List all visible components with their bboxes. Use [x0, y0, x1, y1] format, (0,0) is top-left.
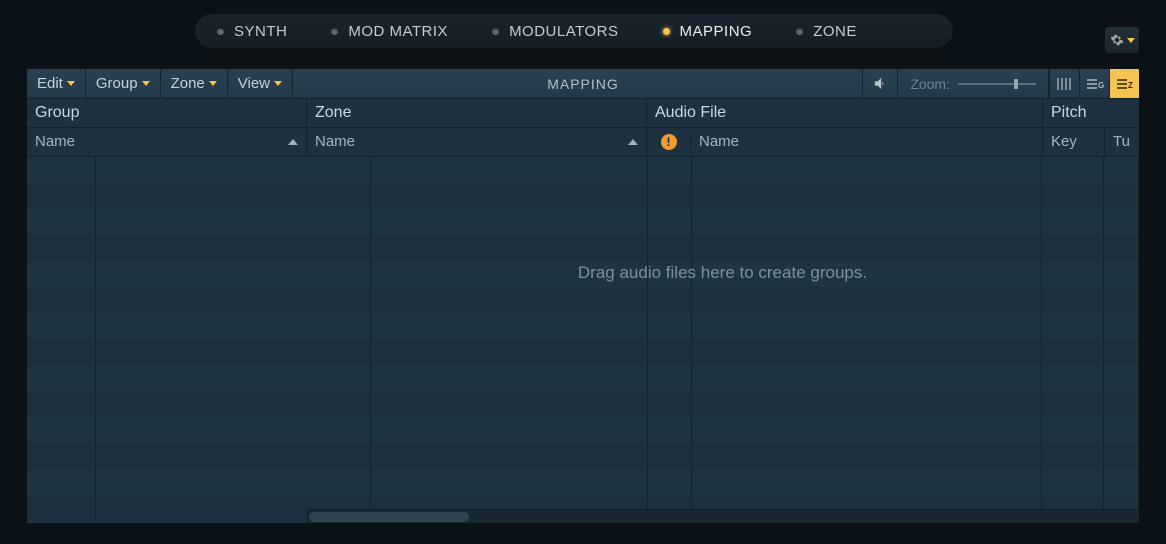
nav-tab-label: MODULATORS	[509, 23, 618, 40]
nav-tab-zone[interactable]: ZONE	[774, 14, 879, 48]
zoom-label: Zoom:	[910, 76, 950, 92]
main-nav: SYNTH MOD MATRIX MODULATORS MAPPING ZONE	[194, 13, 954, 49]
header-title: Audio File	[647, 99, 1042, 128]
nav-tab-label: SYNTH	[234, 23, 287, 40]
audition-button[interactable]	[862, 69, 898, 98]
column-headers: Group Name Zone Name Audio File !	[27, 99, 1139, 157]
chevron-down-icon	[274, 81, 282, 86]
zoom-control[interactable]: Zoom:	[898, 69, 1049, 98]
view-menu[interactable]: View	[228, 69, 293, 98]
body-group-column	[27, 157, 307, 523]
keyboard-view-icon	[1056, 77, 1074, 91]
speaker-icon	[872, 75, 889, 92]
header-audio-file: Audio File ! Name	[647, 99, 1043, 156]
nav-tab-synth[interactable]: SYNTH	[195, 14, 309, 48]
zoom-slider-track[interactable]	[958, 83, 1036, 85]
chevron-down-icon	[142, 81, 150, 86]
zone-menu[interactable]: Zone	[161, 69, 228, 98]
sort-ascending-icon	[628, 139, 638, 145]
header-group: Group Name	[27, 99, 307, 156]
header-label: Name	[699, 133, 739, 150]
chevron-down-icon	[209, 81, 217, 86]
chevron-down-icon	[67, 81, 75, 86]
settings-button[interactable]	[1104, 26, 1140, 54]
edit-menu[interactable]: Edit	[27, 69, 86, 98]
header-title: Zone	[307, 99, 646, 128]
nav-tab-mapping[interactable]: MAPPING	[641, 14, 775, 48]
svg-text:Z: Z	[1128, 81, 1133, 90]
header-label: Tu	[1113, 133, 1130, 150]
header-zone: Zone Name	[307, 99, 647, 156]
view-zone-button[interactable]: Z	[1109, 69, 1139, 98]
group-view-icon: G	[1086, 77, 1104, 91]
header-title: Group	[27, 99, 306, 128]
nav-dot-icon	[663, 28, 670, 35]
nav-dot-icon	[331, 28, 338, 35]
header-title: Pitch	[1043, 99, 1139, 128]
chevron-down-icon	[1127, 38, 1135, 43]
header-group-name[interactable]: Name	[27, 128, 306, 156]
nav-tab-modulators[interactable]: MODULATORS	[470, 14, 640, 48]
nav-tab-label: ZONE	[813, 23, 857, 40]
nav-tab-label: MAPPING	[680, 23, 753, 40]
warning-icon: !	[661, 134, 677, 150]
zoom-slider-thumb[interactable]	[1014, 79, 1018, 89]
header-pitch-tune[interactable]: Tu	[1105, 128, 1139, 156]
header-audio-name[interactable]: Name	[691, 128, 1042, 156]
view-group-button[interactable]: G	[1079, 69, 1109, 98]
menu-label: Zone	[171, 75, 205, 92]
menu-label: View	[238, 75, 270, 92]
header-label: Key	[1051, 133, 1077, 150]
gear-icon	[1110, 33, 1124, 47]
nav-dot-icon	[796, 28, 803, 35]
view-keyboard-button[interactable]	[1049, 69, 1079, 98]
mapping-body[interactable]: Drag audio files here to create groups.	[27, 157, 1139, 523]
menu-label: Edit	[37, 75, 63, 92]
header-pitch-key[interactable]: Key	[1043, 128, 1105, 156]
svg-text:G: G	[1098, 81, 1104, 90]
mapping-panel: Edit Group Zone View MAPPING Zoom:	[26, 68, 1140, 524]
header-zone-name[interactable]: Name	[307, 128, 646, 156]
group-menu[interactable]: Group	[86, 69, 161, 98]
panel-toolbar: Edit Group Zone View MAPPING Zoom:	[27, 69, 1139, 99]
header-warning[interactable]: !	[647, 134, 691, 150]
horizontal-scrollbar[interactable]	[307, 509, 1139, 523]
header-label: Name	[315, 133, 355, 150]
sort-ascending-icon	[288, 139, 298, 145]
scrollbar-thumb[interactable]	[309, 512, 469, 522]
nav-tab-mod-matrix[interactable]: MOD MATRIX	[309, 14, 470, 48]
header-label: Name	[35, 133, 75, 150]
nav-tab-label: MOD MATRIX	[348, 23, 448, 40]
zone-view-icon: Z	[1116, 77, 1134, 91]
menu-label: Group	[96, 75, 138, 92]
nav-dot-icon	[217, 28, 224, 35]
body-main-column: Drag audio files here to create groups.	[307, 157, 1139, 523]
nav-dot-icon	[492, 28, 499, 35]
header-pitch: Pitch Key Tu	[1043, 99, 1139, 156]
